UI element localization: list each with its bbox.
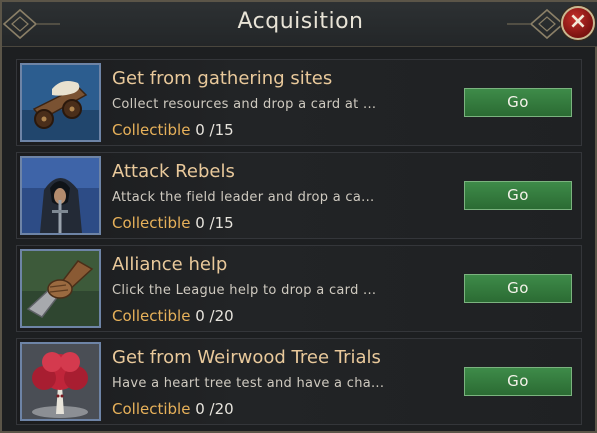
hooded-warrior-icon <box>20 156 101 235</box>
row-description: Attack the field leader and drop a ca... <box>112 190 375 205</box>
acquisition-dialog: Acquisition × Get from gathering sites C… <box>0 0 597 433</box>
collectible-counter: Collectible 0 /15 <box>112 214 234 232</box>
handshake-icon <box>20 249 101 328</box>
acquisition-row-gathering: Get from gathering sites Collect resourc… <box>16 59 582 146</box>
acquisition-row-rebels: Attack Rebels Attack the field leader an… <box>16 152 582 239</box>
collectible-count: 0 /20 <box>190 307 234 325</box>
row-description: Collect resources and drop a card at ... <box>112 97 377 112</box>
collectible-label: Collectible <box>112 307 191 325</box>
go-button[interactable]: Go <box>464 274 572 303</box>
dialog-header: Acquisition × <box>2 2 597 47</box>
collectible-count: 0 /15 <box>190 121 234 139</box>
go-button[interactable]: Go <box>464 181 572 210</box>
collectible-counter: Collectible 0 /20 <box>112 400 234 418</box>
collectible-label: Collectible <box>112 214 191 232</box>
row-title: Alliance help <box>112 254 228 275</box>
row-title: Get from Weirwood Tree Trials <box>112 347 381 368</box>
corner-ornament-right-icon <box>507 8 565 40</box>
weirwood-tree-icon <box>20 342 101 421</box>
close-button[interactable]: × <box>561 6 595 40</box>
go-button[interactable]: Go <box>464 367 572 396</box>
collectible-counter: Collectible 0 /20 <box>112 307 234 325</box>
collectible-label: Collectible <box>112 400 191 418</box>
resource-cart-icon <box>20 63 101 142</box>
row-description: Click the League help to drop a card ... <box>112 283 377 298</box>
collectible-count: 0 /20 <box>190 400 234 418</box>
row-title: Get from gathering sites <box>112 68 333 89</box>
row-description: Have a heart tree test and have a cha... <box>112 376 385 391</box>
close-icon: × <box>568 9 588 34</box>
collectible-count: 0 /15 <box>190 214 234 232</box>
acquisition-row-weirwood: Get from Weirwood Tree Trials Have a hea… <box>16 338 582 425</box>
go-button[interactable]: Go <box>464 88 572 117</box>
collectible-counter: Collectible 0 /15 <box>112 121 234 139</box>
acquisition-row-alliance: Alliance help Click the League help to d… <box>16 245 582 332</box>
row-title: Attack Rebels <box>112 161 235 182</box>
collectible-label: Collectible <box>112 121 191 139</box>
